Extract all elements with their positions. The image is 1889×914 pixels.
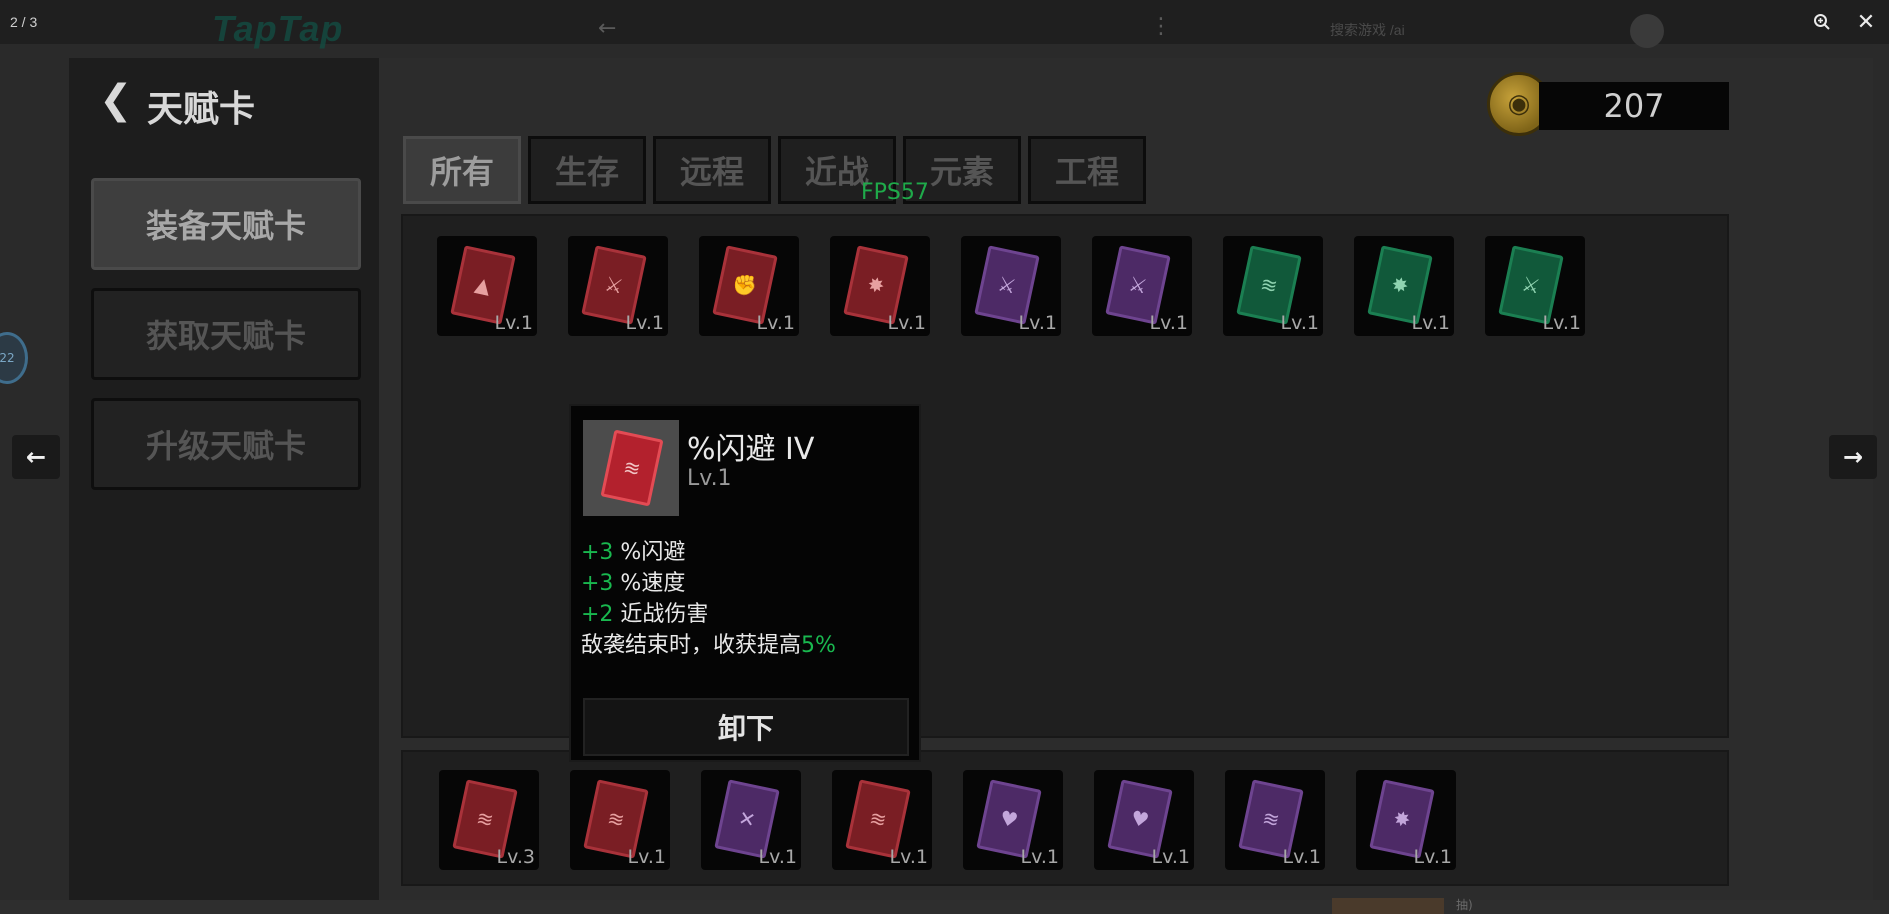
card-level: Lv.1	[1282, 846, 1321, 868]
screenshot-viewer: 2 / 3 TapTap ← ⋮ 搜索游戏 /ai ✕ 22 ❮ 天赋卡 装备天…	[0, 0, 1889, 914]
menu-button[interactable]: 获取天赋卡	[91, 288, 361, 380]
menu-button[interactable]: 装备天赋卡	[91, 178, 361, 270]
talent-card-slot[interactable]: ✸ Lv.1	[1356, 770, 1456, 870]
previous-image-button[interactable]: ←	[12, 435, 60, 479]
tooltip-card-name: %闪避 IV	[687, 432, 815, 467]
card-level: Lv.1	[1411, 312, 1450, 334]
panel-title: 天赋卡	[147, 89, 256, 130]
tooltip-card-image: ≋	[583, 420, 679, 516]
card-level: Lv.1	[758, 846, 797, 868]
tooltip-stat: +2 近战伤害	[581, 602, 709, 627]
talent-card-slot[interactable]: ≋ Lv.1	[1225, 770, 1325, 870]
talent-card-slot[interactable]: ▲ Lv.1	[437, 236, 537, 336]
talent-card-slot[interactable]: ⚔ Lv.1	[1485, 236, 1585, 336]
card-level: Lv.1	[1020, 846, 1059, 868]
card-level: Lv.1	[627, 846, 666, 868]
card-level: Lv.1	[1149, 312, 1188, 334]
background-more-icon: ⋮	[1150, 14, 1172, 39]
talent-card-slot[interactable]: ≋ Lv.1	[570, 770, 670, 870]
viewer-toolbar: 2 / 3 TapTap ← ⋮ 搜索游戏 /ai ✕	[0, 0, 1889, 49]
talent-card-slot[interactable]: ♥ Lv.1	[1094, 770, 1194, 870]
card-level: Lv.1	[1542, 312, 1581, 334]
menu-button[interactable]: 升级天赋卡	[91, 398, 361, 490]
unequip-button[interactable]: 卸下	[583, 698, 909, 756]
talent-card-slot[interactable]: ⚔ Lv.1	[568, 236, 668, 336]
talent-card-slot[interactable]: ≋ Lv.3	[439, 770, 539, 870]
card-level: Lv.1	[1018, 312, 1057, 334]
card-level: Lv.1	[756, 312, 795, 334]
background-thumbnail	[1332, 898, 1444, 914]
card-level: Lv.3	[496, 846, 535, 868]
card-level: Lv.1	[887, 312, 926, 334]
background-text: 抽)	[1456, 898, 1473, 912]
talent-card-slot[interactable]: ≋ Lv.1	[1223, 236, 1323, 336]
card-level: Lv.1	[889, 846, 928, 868]
card-level: Lv.1	[494, 312, 533, 334]
close-icon[interactable]: ✕	[1852, 8, 1880, 36]
next-image-button[interactable]: →	[1829, 435, 1877, 479]
talent-card-slot[interactable]: ⚔ Lv.1	[961, 236, 1061, 336]
tooltip-card-level: Lv.1	[687, 466, 732, 491]
left-panel: ❮ 天赋卡 装备天赋卡获取天赋卡升级天赋卡	[69, 58, 379, 900]
talent-card-slot[interactable]: ✸ Lv.1	[1354, 236, 1454, 336]
talent-card-slot[interactable]: ⚔ Lv.1	[1092, 236, 1192, 336]
talent-card-slot[interactable]: ≋ Lv.1	[832, 770, 932, 870]
game-screen: ❮ 天赋卡 装备天赋卡 获取天赋卡 升级天赋卡 ◉ 207 所有 生存 远程 近战 元素 工程…	[69, 58, 1873, 900]
zoom-in-icon[interactable]	[1808, 8, 1836, 36]
category-tab[interactable]: 所有	[403, 136, 521, 204]
background-search-text: 搜索游戏 /ai	[1330, 22, 1405, 38]
coin-amount: 207	[1539, 82, 1729, 130]
talent-card-slot[interactable]: ✕ Lv.1	[701, 770, 801, 870]
tooltip-effect: 敌袭结束时，收获提高5%	[581, 633, 836, 658]
card-tooltip: ≋ %闪避 IV Lv.1 +3 %闪避 +3 %速度 +2 近战伤害 敌袭结束…	[569, 404, 921, 762]
back-chevron-icon[interactable]: ❮	[99, 80, 133, 120]
image-counter: 2 / 3	[10, 14, 38, 30]
background-page-strip	[0, 900, 1889, 914]
talent-card-slot[interactable]: ✸ Lv.1	[830, 236, 930, 336]
side-badge: 22	[0, 332, 28, 384]
card-level: Lv.1	[1280, 312, 1319, 334]
background-avatar	[1630, 14, 1664, 48]
tooltip-stat: +3 %速度	[581, 571, 686, 596]
background-back-arrow-icon: ←	[598, 16, 617, 41]
card-level: Lv.1	[625, 312, 664, 334]
fps-counter: FPS57	[861, 180, 929, 205]
category-tab[interactable]: 生存	[528, 136, 646, 204]
equipped-cards-bar: ≋ Lv.3 ≋ Lv.1 ✕ Lv.1 ≋ Lv.1 ♥ Lv.1 ♥ Lv.1 ≋ Lv.1 ✸ Lv.1	[401, 750, 1729, 886]
talent-card-slot[interactable]: ♥ Lv.1	[963, 770, 1063, 870]
background-logo: TapTap	[212, 8, 344, 49]
talent-card-slot[interactable]: ✊ Lv.1	[699, 236, 799, 336]
tooltip-stat: +3 %闪避	[581, 540, 686, 565]
wind-icon: ≋	[600, 429, 664, 507]
card-level: Lv.1	[1413, 846, 1452, 868]
card-level: Lv.1	[1151, 846, 1190, 868]
category-tab[interactable]: 工程	[1028, 136, 1146, 204]
category-tab[interactable]: 远程	[653, 136, 771, 204]
